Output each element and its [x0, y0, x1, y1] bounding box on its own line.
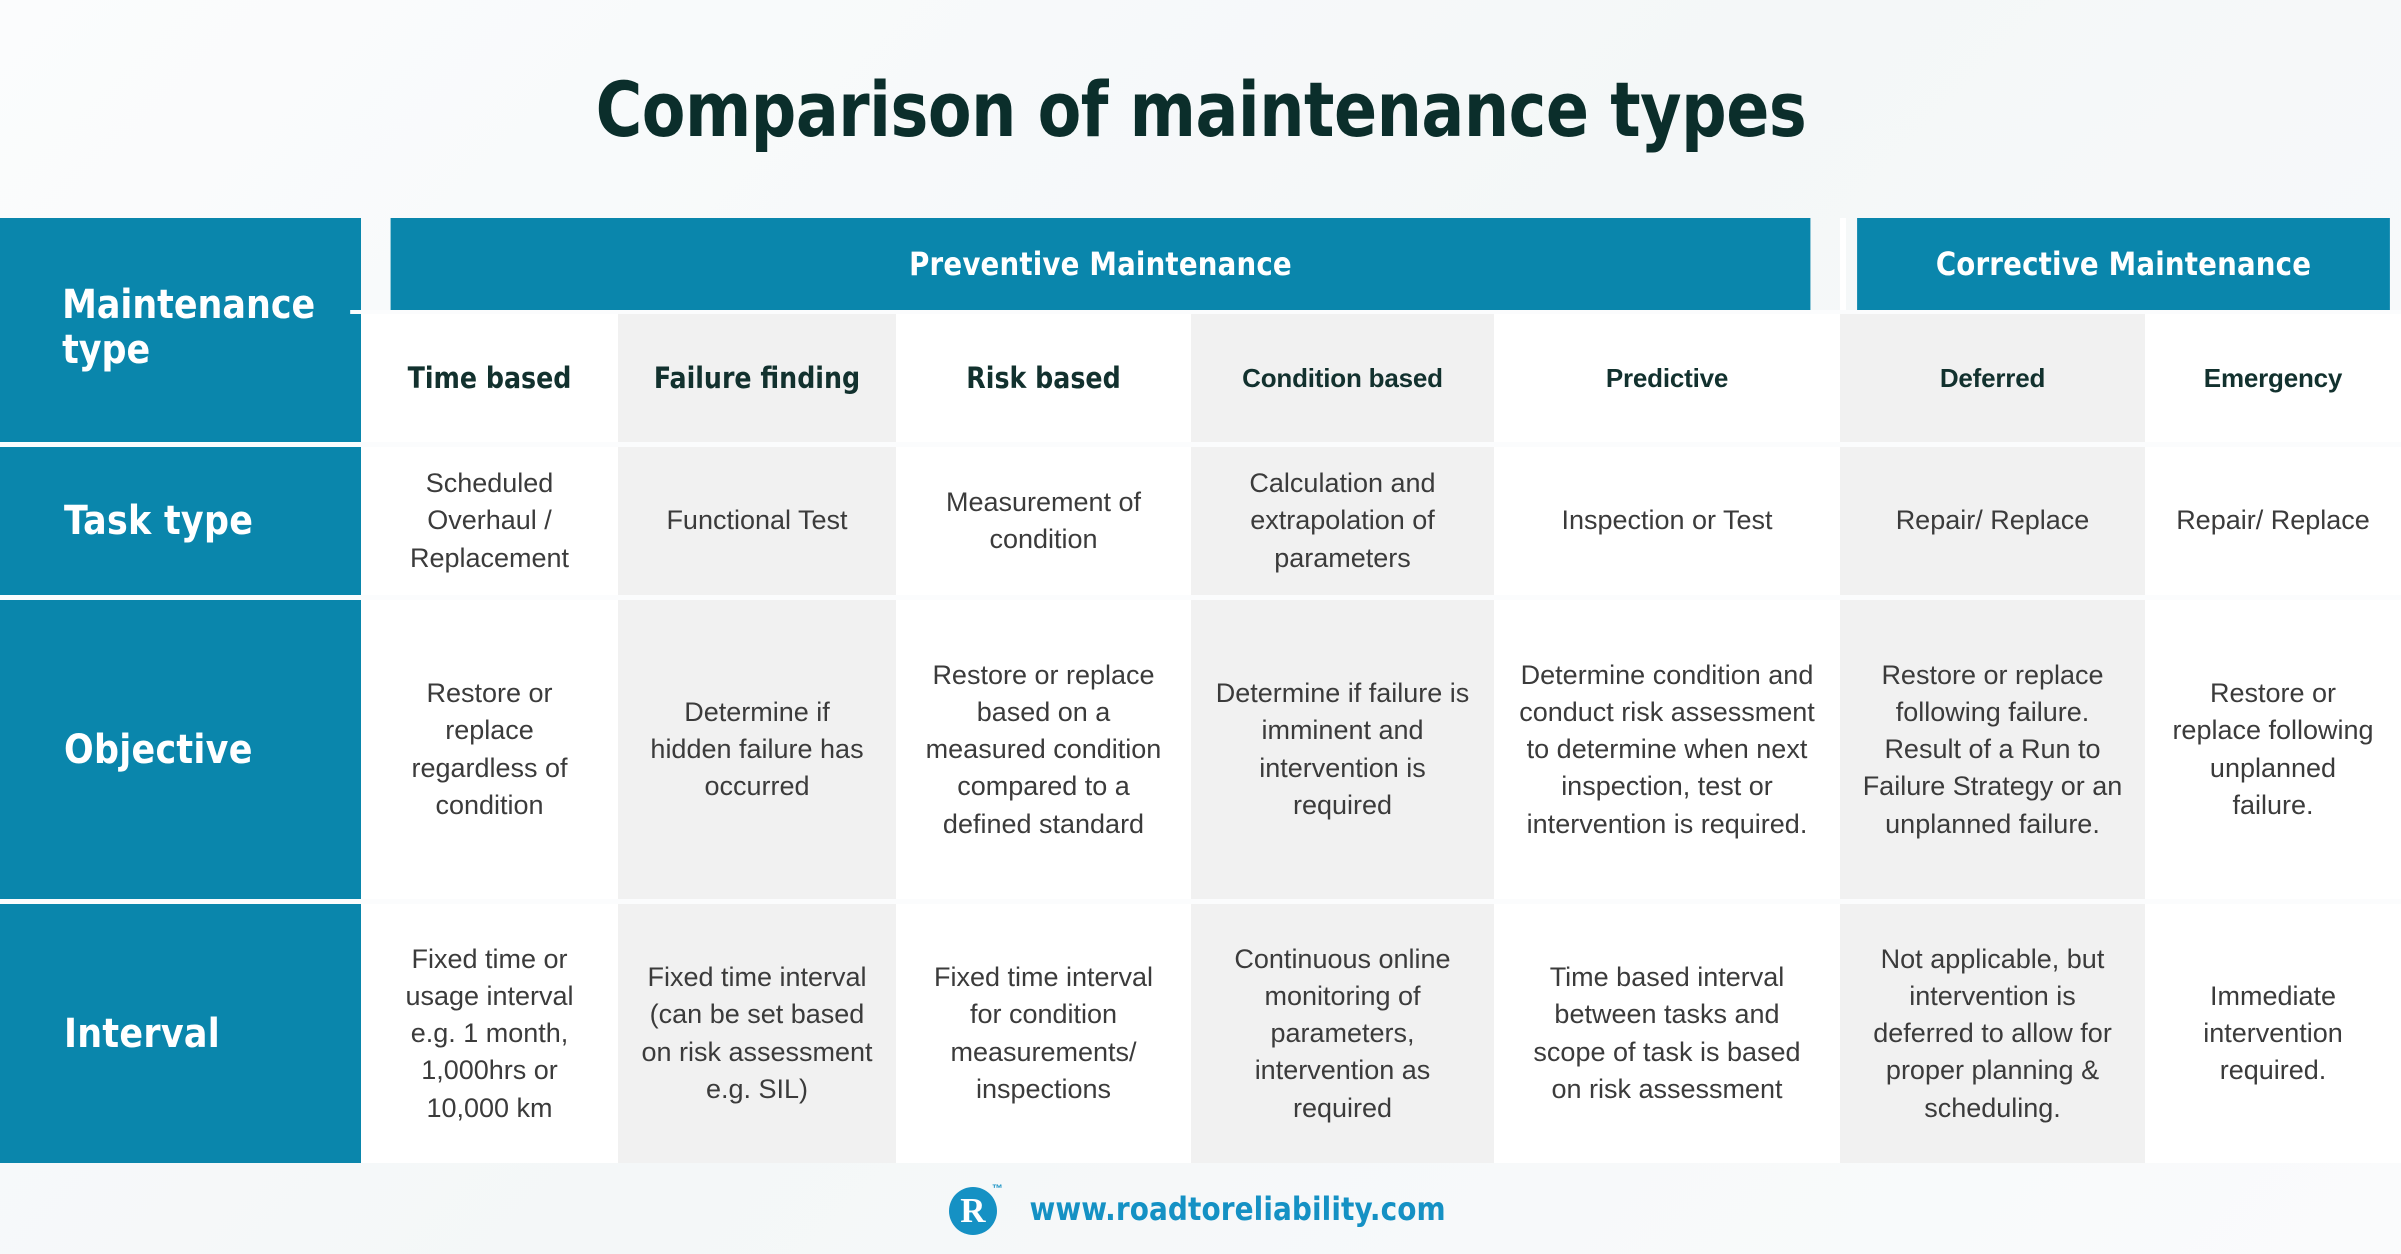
cell-interval-risk-based: Fixed time interval for condition measur… — [933, 962, 1154, 1104]
title-bar: Comparison of maintenance types — [0, 0, 2401, 218]
cell-interval-deferred: Not applicable, but intervention is defe… — [1873, 943, 2112, 1123]
website-link[interactable]: www.roadtoreliability.com — [1029, 1190, 1445, 1228]
infographic-page: Comparison of maintenance types Maintena… — [0, 0, 2401, 1254]
row-label-task-type: Task type — [0, 446, 361, 595]
column-header-risk-based: Risk based — [966, 361, 1121, 396]
cell-interval-predictive: Time based interval between tasks and sc… — [1533, 962, 1801, 1104]
cell-interval-emergency: Immediate intervention required. — [2203, 980, 2343, 1086]
table-corner-label: Maintenance type — [0, 218, 351, 438]
row-label-interval: Interval — [0, 904, 361, 1163]
column-header-deferred: Deferred — [1939, 362, 2046, 393]
roadtoreliability-logo-icon: R ™ — [948, 1182, 1003, 1235]
logo-letter: R — [960, 1191, 986, 1230]
trademark-icon: ™ — [991, 1182, 1003, 1195]
column-header-time-based: Time based — [407, 361, 572, 396]
column-header-condition-based: Condition based — [1242, 362, 1443, 393]
cell-objective-deferred: Restore or replace following failure. Re… — [1862, 659, 2123, 839]
cell-interval-time-based: Fixed time or usage interval e.g. 1 mont… — [405, 943, 574, 1123]
cell-task-risk-based: Measurement of condition — [945, 486, 1142, 554]
row-label-text: Objective — [64, 726, 253, 773]
cell-objective-failure-finding: Determine if hidden failure has occurred — [650, 696, 864, 802]
cell-objective-predictive: Determine condition and conduct risk ass… — [1519, 659, 1815, 839]
group-header-preventive: Preventive Maintenance — [390, 218, 1811, 310]
column-header-emergency: Emergency — [2203, 362, 2343, 393]
group-header-divider — [1840, 218, 1846, 310]
row-label-objective: Objective — [0, 599, 361, 900]
group-header-corrective: Corrective Maintenance — [1857, 218, 2390, 310]
column-header-failure-finding: Failure finding — [653, 361, 861, 396]
cell-task-condition-based: Calculation and extrapolation of paramet… — [1249, 468, 1436, 573]
cell-interval-failure-finding: Fixed time interval (can be set based on… — [641, 962, 873, 1104]
cell-objective-risk-based: Restore or replace based on a measured c… — [925, 659, 1162, 839]
row-label-text: Task type — [64, 497, 254, 544]
cell-task-deferred: Repair/ Replace — [1895, 505, 2090, 536]
cell-objective-condition-based: Determine if failure is imminent and int… — [1215, 678, 1470, 820]
comparison-table: Maintenance type Preventive Maintenance … — [0, 218, 2401, 1163]
cell-task-failure-finding: Functional Test — [666, 505, 848, 536]
table-row-objective: Objective Restore or replace regardless … — [0, 599, 2401, 900]
cell-task-time-based: Scheduled Overhaul / Replacement — [409, 468, 570, 573]
column-header-predictive: Predictive — [1605, 362, 1729, 393]
row-label-text: Interval — [64, 1010, 221, 1057]
cell-interval-condition-based: Continuous online monitoring of paramete… — [1234, 943, 1451, 1123]
cell-objective-emergency: Restore or replace following unplanned f… — [2172, 678, 2374, 820]
footer: R ™ www.roadtoreliability.com — [0, 1163, 2401, 1254]
group-header-row: Preventive Maintenance Corrective Mainte… — [0, 218, 2401, 310]
column-header-row: Time based Failure finding Risk based Co… — [0, 314, 2401, 442]
cell-task-emergency: Repair/ Replace — [2176, 505, 2370, 536]
table-row-interval: Interval Fixed time or usage interval e.… — [0, 904, 2401, 1163]
page-title: Comparison of maintenance types — [595, 64, 1806, 154]
cell-task-predictive: Inspection or Test — [1561, 505, 1773, 536]
cell-objective-time-based: Restore or replace regardless of conditi… — [411, 678, 568, 820]
table-row-task-type: Task type Scheduled Overhaul / Replaceme… — [0, 446, 2401, 595]
